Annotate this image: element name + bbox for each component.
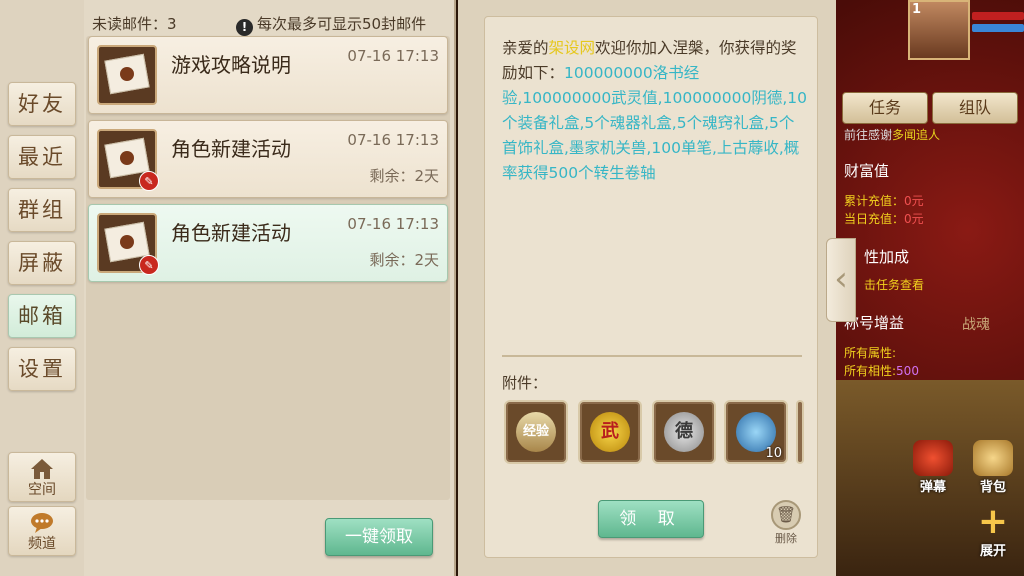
mail-limit-text: 每次最多可显示50封邮件 [257, 15, 427, 33]
exp-scroll-icon: 经验 [516, 412, 556, 452]
game-side-panel: 1 任务 组队 前往感谢多闻追人 财富值 累计充值：0元 当日充值：0元 性加成… [836, 0, 1024, 576]
quest-hint-b: 多闻追人 [892, 128, 941, 142]
space-button[interactable]: 空间 [8, 452, 76, 502]
attachment-clip-icon: ✎ [139, 171, 159, 191]
team-button[interactable]: 组队 [932, 92, 1018, 124]
all-affinity-label: 所有相性: [844, 364, 897, 378]
today-recharge-label: 当日充值： [844, 212, 905, 226]
attachment-quantity: 10 [765, 446, 782, 461]
mail-title: 游戏攻略说明 [171, 53, 291, 77]
barrage-button[interactable]: 弹幕 [908, 440, 958, 495]
chevron-left-icon: ‹ [834, 259, 848, 299]
mail-limit-note: ! 每次最多可显示50封邮件 [236, 13, 426, 36]
mail-time: 07-16 17:13 [347, 215, 439, 233]
barrage-label: 弹幕 [919, 480, 946, 495]
tab-friends[interactable]: 好友 [8, 82, 76, 126]
greeting-prefix: 亲爱的 [502, 39, 549, 57]
attachments-label: 附件： [502, 374, 548, 392]
growth-hint: 击任务查看 [864, 278, 925, 292]
attachment-slot[interactable]: 经验 [504, 400, 568, 464]
bag-label: 背包 [979, 480, 1006, 495]
envelope-icon [97, 45, 157, 105]
player-name: 架设网 [548, 39, 596, 57]
mail-time: 07-16 17:13 [347, 47, 439, 65]
bag-icon [973, 440, 1013, 476]
plus-icon: + [977, 501, 1009, 542]
wealth-heading: 财富值 [844, 162, 890, 180]
mail-remaining: 剩余：2天 [369, 251, 439, 269]
attachment-slot[interactable]: 武 [578, 400, 642, 464]
warning-icon: ! [236, 19, 253, 36]
all-affinity: 所有相性:500 [844, 362, 919, 379]
unread-count: 未读邮件：3 [92, 15, 177, 33]
player-level: 1 [912, 2, 922, 17]
attachment-slot[interactable]: 10 [724, 400, 788, 464]
mail-title: 角色新建活动 [171, 137, 291, 161]
collect-all-button[interactable]: 一键领取 [325, 518, 433, 556]
hp-bar [972, 12, 1024, 20]
expand-label: 展开 [979, 544, 1006, 559]
today-recharge-value: 0元 [904, 212, 924, 226]
attachment-slot[interactable]: 德 [652, 400, 716, 464]
quest-hint-a: 前往感谢 [844, 128, 893, 142]
pagoda-icon [913, 440, 953, 476]
mail-title: 角色新建活动 [171, 221, 291, 245]
trash-icon: 🗑 [771, 500, 801, 530]
mail-item-selected[interactable]: ✎ 角色新建活动 07-16 17:13 剩余：2天 [88, 204, 448, 282]
quest-button[interactable]: 任务 [842, 92, 928, 124]
total-recharge-value: 0元 [904, 194, 924, 208]
mail-item[interactable]: 游戏攻略说明 07-16 17:13 [88, 36, 448, 114]
mail-time: 07-16 17:13 [347, 131, 439, 149]
attachment-clip-icon: ✎ [139, 255, 159, 275]
mail-detail-panel: 亲爱的架设网欢迎你加入涅槃，你获得的奖励如下：100000000洛书经验,100… [458, 0, 836, 576]
envelope-icon: ✎ [97, 213, 159, 275]
tab-settings[interactable]: 设置 [8, 347, 76, 391]
wu-coin-icon: 武 [590, 412, 630, 452]
claim-button[interactable]: 领 取 [598, 500, 704, 538]
bag-button[interactable]: 背包 [968, 440, 1018, 495]
growth-heading: 性加成 [864, 248, 910, 266]
tab-blocked[interactable]: 屏蔽 [8, 241, 76, 285]
channel-button[interactable]: 频道 [8, 506, 76, 556]
today-recharge: 当日充值：0元 [844, 210, 924, 227]
mail-body: 亲爱的架设网欢迎你加入涅槃，你获得的奖励如下：100000000洛书经验,100… [502, 36, 808, 186]
collapse-tab[interactable]: ‹ [826, 238, 856, 322]
total-recharge: 累计充值：0元 [844, 192, 924, 209]
all-attributes: 所有属性: [844, 346, 897, 360]
delete-button[interactable]: 🗑 删除 [768, 500, 804, 545]
attachment-slot-partial [796, 400, 804, 464]
total-recharge-label: 累计充值： [844, 194, 905, 208]
quest-hint: 前往感谢多闻追人 [844, 126, 940, 143]
social-nav-column: 好友 最近 群组 屏蔽 邮箱 设置 空间 频道 [0, 0, 84, 576]
mail-item[interactable]: ✎ 角色新建活动 07-16 17:13 剩余：2天 [88, 120, 448, 198]
delete-label: 删除 [775, 532, 797, 545]
divider [502, 355, 802, 357]
tab-recent[interactable]: 最近 [8, 135, 76, 179]
tab-groups[interactable]: 群组 [8, 188, 76, 232]
mail-panel: 好友 最近 群组 屏蔽 邮箱 设置 空间 频道 未读邮件：3 ! 每次最多可显示5… [0, 0, 456, 576]
mail-remaining: 剩余：2天 [369, 167, 439, 185]
space-label: 空间 [28, 482, 56, 498]
tab-mailbox[interactable]: 邮箱 [8, 294, 76, 338]
expand-button[interactable]: + 展开 [968, 501, 1018, 560]
envelope-icon: ✎ [97, 129, 159, 191]
all-affinity-value: 500 [896, 364, 919, 378]
de-coin-icon: 德 [664, 412, 704, 452]
channel-label: 频道 [28, 536, 56, 552]
scene-watermark: 战魂 [962, 317, 990, 333]
mp-bar [972, 24, 1024, 32]
